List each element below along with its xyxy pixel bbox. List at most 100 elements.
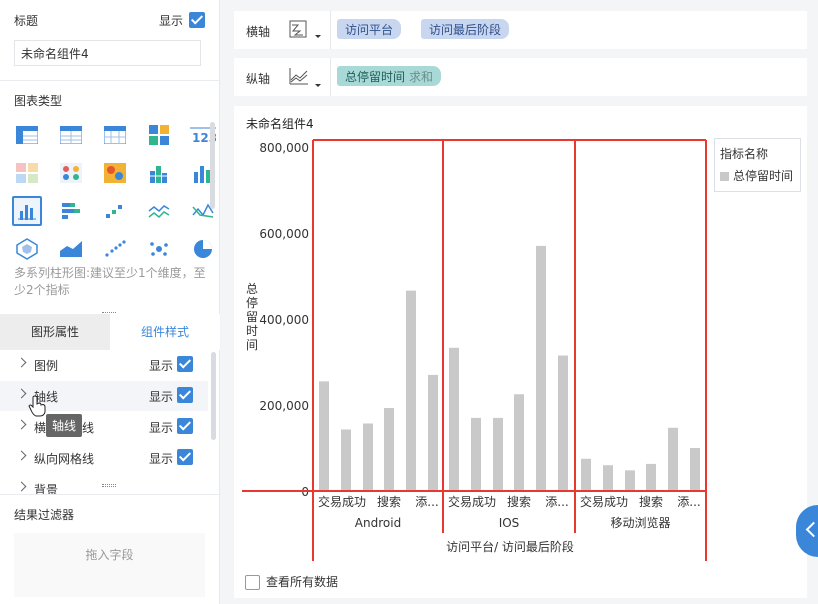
pie-chart-icon[interactable] [188, 234, 218, 264]
bar[interactable] [449, 347, 459, 491]
axis-line-show-checkbox[interactable] [177, 387, 193, 403]
grouped-bar-icon[interactable] [144, 158, 174, 188]
chart-type-scrollbar[interactable] [210, 122, 215, 209]
bar[interactable] [341, 429, 351, 491]
table-icon[interactable] [12, 120, 42, 150]
area-chart-icon[interactable] [56, 234, 86, 264]
bubble-icon[interactable] [144, 234, 174, 264]
title-label: 标题 [14, 14, 39, 28]
legend-swatch [720, 172, 729, 181]
x-tick-label: 交易成功 [318, 494, 366, 509]
resize-handle[interactable] [102, 484, 116, 487]
chart-type-description: 多系列柱形图:建议至少1个维度，至少2个指标 [14, 266, 206, 297]
chevron-right-icon [16, 450, 27, 461]
bar[interactable] [581, 458, 591, 491]
prop-label: 纵向网格线 [34, 452, 95, 466]
title-input[interactable]: 未命名组件4 [14, 40, 201, 66]
bar[interactable] [428, 374, 438, 491]
prop-label: 图例 [34, 359, 59, 373]
bar[interactable] [471, 417, 481, 491]
detail-table-icon[interactable] [100, 120, 130, 150]
bar[interactable] [646, 463, 656, 491]
show-all-label: 查看所有数据 [266, 575, 339, 589]
divider [330, 58, 331, 96]
bar[interactable] [603, 465, 613, 491]
x-axis-shelf: 横轴 访问平台 访问最后阶段 [234, 11, 807, 49]
y-axis-type-icon[interactable] [288, 66, 324, 90]
y-field-name: 总停留时间 [345, 70, 406, 84]
prop-legend[interactable]: 图例 显示 [0, 350, 208, 380]
y-field-pill[interactable]: 总停留时间 求和 [337, 66, 442, 86]
multi-series-bar-icon[interactable] [12, 196, 42, 226]
prop-show-label: 显示 [149, 421, 174, 435]
chevron-left-icon [805, 521, 818, 538]
bar[interactable] [406, 290, 416, 491]
legend: 指标名称 总停留时间 [714, 138, 801, 192]
stacked-bar-icon[interactable] [56, 196, 86, 226]
tile-icon[interactable] [144, 120, 174, 150]
horizontal-grid-show-checkbox[interactable] [177, 418, 193, 434]
heatmap-icon[interactable] [100, 158, 130, 188]
show-all-data[interactable]: 查看所有数据 [245, 573, 338, 590]
x-tick-label: 交易成功 [580, 494, 628, 509]
bar[interactable] [319, 381, 329, 491]
x-field-pill[interactable]: 访问最后阶段 [421, 19, 510, 39]
property-tabs: 图形属性 组件样式 [0, 314, 220, 350]
x-tick-label: 添... [545, 495, 568, 509]
x-field-pill[interactable]: 访问平台 [337, 19, 402, 39]
title-show-label: 显示 [159, 14, 184, 28]
dot-table-icon[interactable] [56, 158, 86, 188]
y-tick-label: 400,000 [259, 313, 309, 327]
show-all-checkbox[interactable] [245, 575, 260, 590]
x-tick-label: 搜索 [507, 494, 531, 509]
x-tick-label: 搜索 [377, 494, 401, 509]
x-group-label: Android [355, 516, 401, 530]
color-table-icon[interactable] [12, 158, 42, 188]
bar[interactable] [625, 470, 635, 491]
crosstab-icon[interactable] [56, 120, 86, 150]
divider [0, 494, 219, 495]
radar-icon[interactable] [12, 234, 42, 264]
divider [330, 11, 331, 49]
style-scrollbar[interactable] [211, 352, 216, 440]
x-tick-label: 添... [677, 495, 700, 509]
scatter-icon[interactable] [100, 234, 130, 264]
filter-label: 结果过滤器 [14, 508, 75, 522]
tab-graph-properties[interactable]: 图形属性 [0, 314, 110, 350]
bar[interactable] [493, 417, 503, 491]
legend-label: 总停留时间 [733, 169, 794, 183]
prop-label: 背景 [34, 483, 59, 494]
x-axis-label: 横轴 [246, 25, 271, 39]
bar[interactable] [558, 355, 568, 491]
bar[interactable] [536, 245, 546, 491]
vertical-grid-show-checkbox[interactable] [177, 449, 193, 465]
legend-title: 指标名称 [720, 147, 769, 161]
legend-item[interactable]: 总停留时间 [720, 167, 795, 184]
y-tick-label: 600,000 [259, 227, 309, 241]
divider [0, 80, 219, 81]
prop-show-label: 显示 [149, 452, 174, 466]
line-chart-icon[interactable] [144, 196, 174, 226]
title-show-checkbox[interactable] [189, 12, 205, 28]
x-tick-label: 交易成功 [448, 494, 496, 509]
chevron-right-icon [16, 357, 27, 368]
x-axis-type-icon[interactable] [288, 19, 324, 43]
bar[interactable] [690, 448, 700, 491]
filter-drop-zone[interactable]: 拖入字段 [14, 533, 205, 597]
hand-cursor-icon [28, 395, 46, 417]
y-tick-label: 200,000 [259, 399, 309, 413]
x-group-label: 移动浏览器 [610, 515, 670, 530]
tooltip: 轴线 [46, 414, 83, 437]
y-field-aggregation: 求和 [409, 70, 434, 84]
chevron-right-icon [16, 388, 27, 399]
legend-show-checkbox[interactable] [177, 356, 193, 372]
bar[interactable] [514, 394, 524, 491]
bar[interactable] [384, 408, 394, 491]
x-axis-title: 访问平台/ 访问最后阶段 [446, 539, 574, 554]
bar[interactable] [668, 427, 678, 491]
range-bar-icon[interactable] [100, 196, 130, 226]
tab-component-style[interactable]: 组件样式 [110, 314, 220, 350]
prop-vertical-grid[interactable]: 纵向网格线 显示 [0, 443, 208, 473]
prop-show-label: 显示 [149, 359, 174, 373]
bar[interactable] [363, 423, 373, 491]
